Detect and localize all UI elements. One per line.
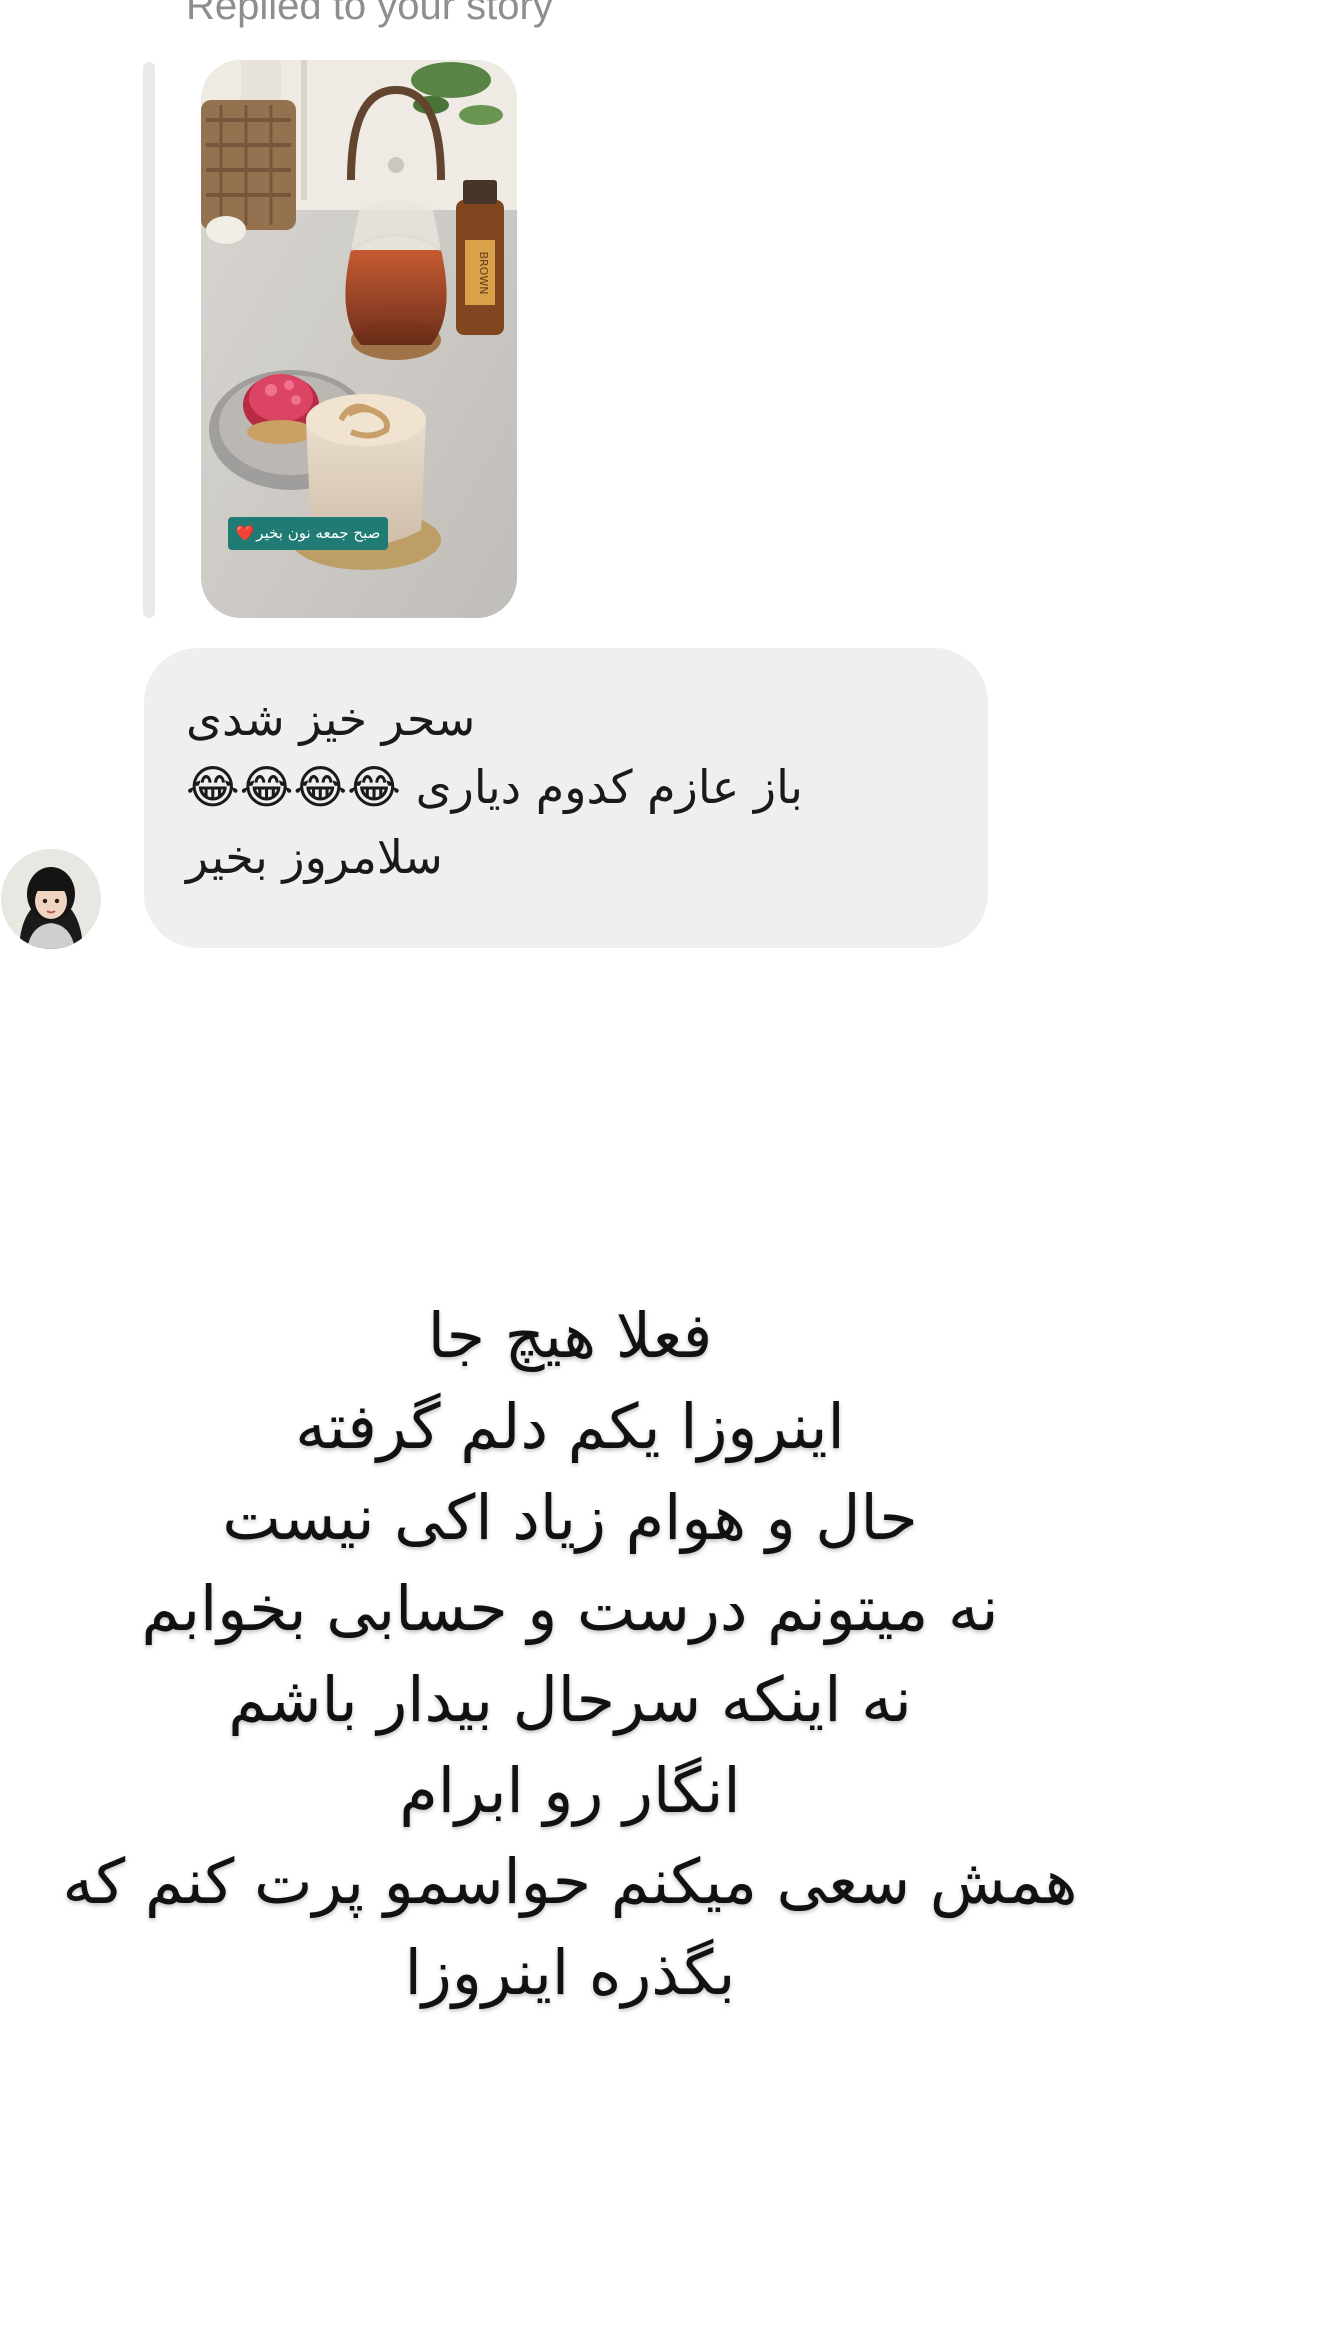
avatar-image: [1, 849, 101, 949]
heart-icon: ❤️: [235, 524, 255, 542]
message-bubble[interactable]: سحر خیز شدی باز عازم کدوم دیاری 😂😂😂😂 سلا…: [144, 648, 988, 948]
overlay-line-6: انگار رو ابرام: [399, 1754, 741, 1827]
message-line-1: سحر خیز شدی: [186, 692, 476, 746]
sender-avatar[interactable]: [1, 849, 101, 949]
overlay-line-3: حال و هوام زیاد اکی نیست: [222, 1481, 918, 1554]
reply-quote-bar: [143, 62, 155, 618]
story-overlay-text: فعلا هیچ جا اینروزا یکم دلم گرفته حال و …: [0, 1290, 1140, 2018]
overlay-line-5: نه اینکه سرحال بیدار باشم: [228, 1663, 912, 1736]
replied-to-story-label: Replied to your story: [186, 0, 553, 28]
overlay-line-4: نه میتونم درست و حسابی بخوابم: [141, 1572, 999, 1645]
message-line-3: سلامروز بخیر: [186, 830, 443, 884]
overlay-line-7: همش سعی میکنم حواسمو پرت کنم که: [62, 1845, 1078, 1918]
overlay-line-1: فعلا هیچ جا: [427, 1299, 713, 1372]
overlay-line-8: بگذره اینروزا: [404, 1936, 736, 2009]
story-caption-sticker: صبح جمعه نون بخیر❤️: [228, 517, 388, 550]
message-line-2: باز عازم کدوم دیاری 😂😂😂😂: [186, 760, 803, 814]
story-caption-text: صبح جمعه نون بخیر: [256, 524, 381, 542]
overlay-line-2: اینروزا یکم دلم گرفته: [295, 1390, 845, 1463]
